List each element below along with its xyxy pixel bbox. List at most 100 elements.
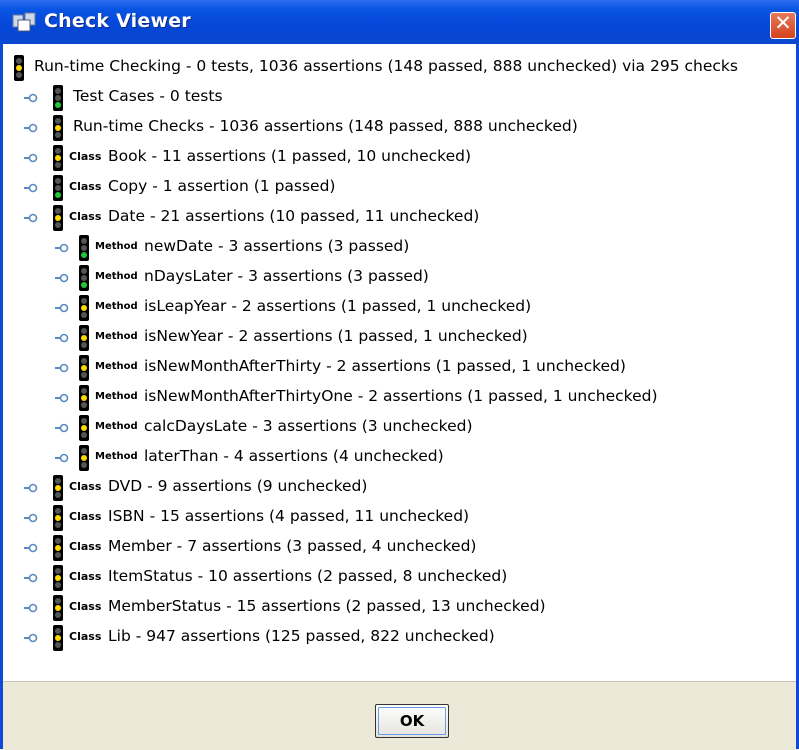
class-kind-label: Class	[69, 180, 102, 193]
tree-node[interactable]: Method isNewMonthAfterThirtyOne - 2 asser…	[3, 383, 796, 413]
tree-handle-icon[interactable]	[55, 393, 69, 403]
method-kind-label: Method	[95, 331, 138, 342]
class-kind-label: Class	[69, 600, 102, 613]
tree-handle-icon[interactable]	[24, 543, 38, 553]
tree-node-label: isNewYear - 2 assertions (1 passed, 1 un…	[144, 327, 528, 345]
method-kind-label: Method	[95, 271, 138, 282]
tree-node-label: Copy - 1 assertion (1 passed)	[108, 177, 336, 195]
tree-node[interactable]: Method isNewMonthAfterThirty - 2 assertio…	[3, 353, 796, 383]
tree-node[interactable]: Run-time Checks - 1036 assertions (148 p…	[3, 113, 796, 143]
tree-node-label: ISBN - 15 assertions (4 passed, 11 unche…	[108, 507, 470, 525]
class-kind-label: Class	[69, 150, 102, 163]
traffic-light-icon	[53, 535, 63, 561]
tree-handle-icon[interactable]	[24, 573, 38, 583]
method-kind-label: Method	[95, 421, 138, 432]
ok-button[interactable]: OK	[375, 704, 449, 738]
method-kind-label: Method	[95, 301, 138, 312]
tree-handle-icon[interactable]	[55, 423, 69, 433]
tree-handle-icon[interactable]	[55, 243, 69, 253]
tree-node-label: newDate - 3 assertions (3 passed)	[144, 237, 410, 255]
tree-node[interactable]: Class ItemStatus - 10 assertions (2 passe…	[3, 563, 796, 593]
tree-handle-icon[interactable]	[24, 123, 38, 133]
tree-node[interactable]: Class DVD - 9 assertions (9 unchecked)	[3, 473, 796, 503]
traffic-light-icon	[79, 355, 89, 381]
class-kind-label: Class	[69, 480, 102, 493]
method-kind-label: Method	[95, 451, 138, 462]
tree-node-label: isLeapYear - 2 assertions (1 passed, 1 u…	[144, 297, 532, 315]
tree-handle-icon[interactable]	[55, 363, 69, 373]
method-kind-label: Method	[95, 361, 138, 372]
class-kind-label: Class	[69, 630, 102, 643]
tree-handle-icon[interactable]	[55, 273, 69, 283]
traffic-light-icon	[14, 55, 24, 81]
tree-handle-icon[interactable]	[24, 513, 38, 523]
app-icon	[12, 12, 36, 32]
close-button[interactable]: ✕	[770, 11, 796, 39]
traffic-light-icon	[53, 595, 63, 621]
tree-node[interactable]: Test Cases - 0 tests	[3, 83, 796, 113]
class-kind-label: Class	[69, 510, 102, 523]
tree-node-label: Run-time Checking - 0 tests, 1036 assert…	[34, 57, 738, 75]
tree-node[interactable]: Method nDaysLater - 3 assertions (3 passe…	[3, 263, 796, 293]
traffic-light-icon	[53, 175, 63, 201]
class-kind-label: Class	[69, 210, 102, 223]
tree-node[interactable]: Class MemberStatus - 15 assertions (2 pas…	[3, 593, 796, 623]
tree-node-label: Date - 21 assertions (10 passed, 11 unch…	[108, 207, 480, 225]
tree-handle-icon[interactable]	[24, 603, 38, 613]
method-kind-label: Method	[95, 241, 138, 252]
tree-node[interactable]: Method isNewYear - 2 assertions (1 passed…	[3, 323, 796, 353]
tree-handle-icon[interactable]	[24, 633, 38, 643]
class-kind-label: Class	[69, 540, 102, 553]
title-bar[interactable]: Check Viewer ✕	[0, 0, 799, 44]
tree-node-label: ItemStatus - 10 assertions (2 passed, 8 …	[108, 567, 508, 585]
tree-handle-icon[interactable]	[24, 153, 38, 163]
tree-node-label: nDaysLater - 3 assertions (3 passed)	[144, 267, 429, 285]
check-tree[interactable]: Run-time Checking - 0 tests, 1036 assert…	[3, 44, 796, 681]
traffic-light-icon	[79, 415, 89, 441]
tree-node-label: Book - 11 assertions (1 passed, 10 unche…	[108, 147, 472, 165]
traffic-light-icon	[53, 85, 63, 111]
tree-node[interactable]: Class Copy - 1 assertion (1 passed)	[3, 173, 796, 203]
tree-node[interactable]: Method calcDaysLate - 3 assertions (3 unc…	[3, 413, 796, 443]
tree-node[interactable]: Class Date - 21 assertions (10 passed, 11…	[3, 203, 796, 233]
traffic-light-icon	[79, 325, 89, 351]
tree-handle-icon[interactable]	[24, 483, 38, 493]
tree-node[interactable]: Class Member - 7 assertions (3 passed, 4 …	[3, 533, 796, 563]
tree-node-label: laterThan - 4 assertions (4 unchecked)	[144, 447, 444, 465]
traffic-light-icon	[79, 235, 89, 261]
tree-node[interactable]: Class Lib - 947 assertions (125 passed, 8…	[3, 623, 796, 653]
tree-node-label: Test Cases - 0 tests	[73, 87, 223, 105]
tree-node-label: Lib - 947 assertions (125 passed, 822 un…	[108, 627, 495, 645]
window-title: Check Viewer	[44, 10, 191, 32]
close-icon: ✕	[774, 11, 792, 35]
check-viewer-window: Check Viewer ✕ Run-time Checking - 0 tes…	[0, 0, 799, 750]
tree-handle-icon[interactable]	[24, 213, 38, 223]
traffic-light-icon	[79, 385, 89, 411]
tree-node-label: isNewMonthAfterThirtyOne - 2 assertions …	[144, 387, 658, 405]
button-bar: OK	[3, 681, 796, 750]
traffic-light-icon	[53, 625, 63, 651]
tree-node[interactable]: Method laterThan - 4 assertions (4 unchec…	[3, 443, 796, 473]
tree-node[interactable]: Class ISBN - 15 assertions (4 passed, 11 …	[3, 503, 796, 533]
traffic-light-icon	[79, 265, 89, 291]
traffic-light-icon	[53, 205, 63, 231]
traffic-light-icon	[53, 145, 63, 171]
method-kind-label: Method	[95, 391, 138, 402]
traffic-light-icon	[53, 505, 63, 531]
tree-handle-icon[interactable]	[55, 303, 69, 313]
tree-node-label: MemberStatus - 15 assertions (2 passed, …	[108, 597, 546, 615]
tree-node[interactable]: Run-time Checking - 0 tests, 1036 assert…	[3, 53, 796, 83]
traffic-light-icon	[53, 475, 63, 501]
traffic-light-icon	[53, 115, 63, 141]
tree-node-label: DVD - 9 assertions (9 unchecked)	[108, 477, 368, 495]
tree-node-label: Member - 7 assertions (3 passed, 4 unche…	[108, 537, 477, 555]
class-kind-label: Class	[69, 570, 102, 583]
tree-node[interactable]: Class Book - 11 assertions (1 passed, 10 …	[3, 143, 796, 173]
tree-handle-icon[interactable]	[24, 93, 38, 103]
tree-handle-icon[interactable]	[24, 183, 38, 193]
tree-node[interactable]: Method newDate - 3 assertions (3 passed)	[3, 233, 796, 263]
tree-handle-icon[interactable]	[55, 333, 69, 343]
traffic-light-icon	[79, 445, 89, 471]
tree-node[interactable]: Method isLeapYear - 2 assertions (1 passe…	[3, 293, 796, 323]
tree-handle-icon[interactable]	[55, 453, 69, 463]
